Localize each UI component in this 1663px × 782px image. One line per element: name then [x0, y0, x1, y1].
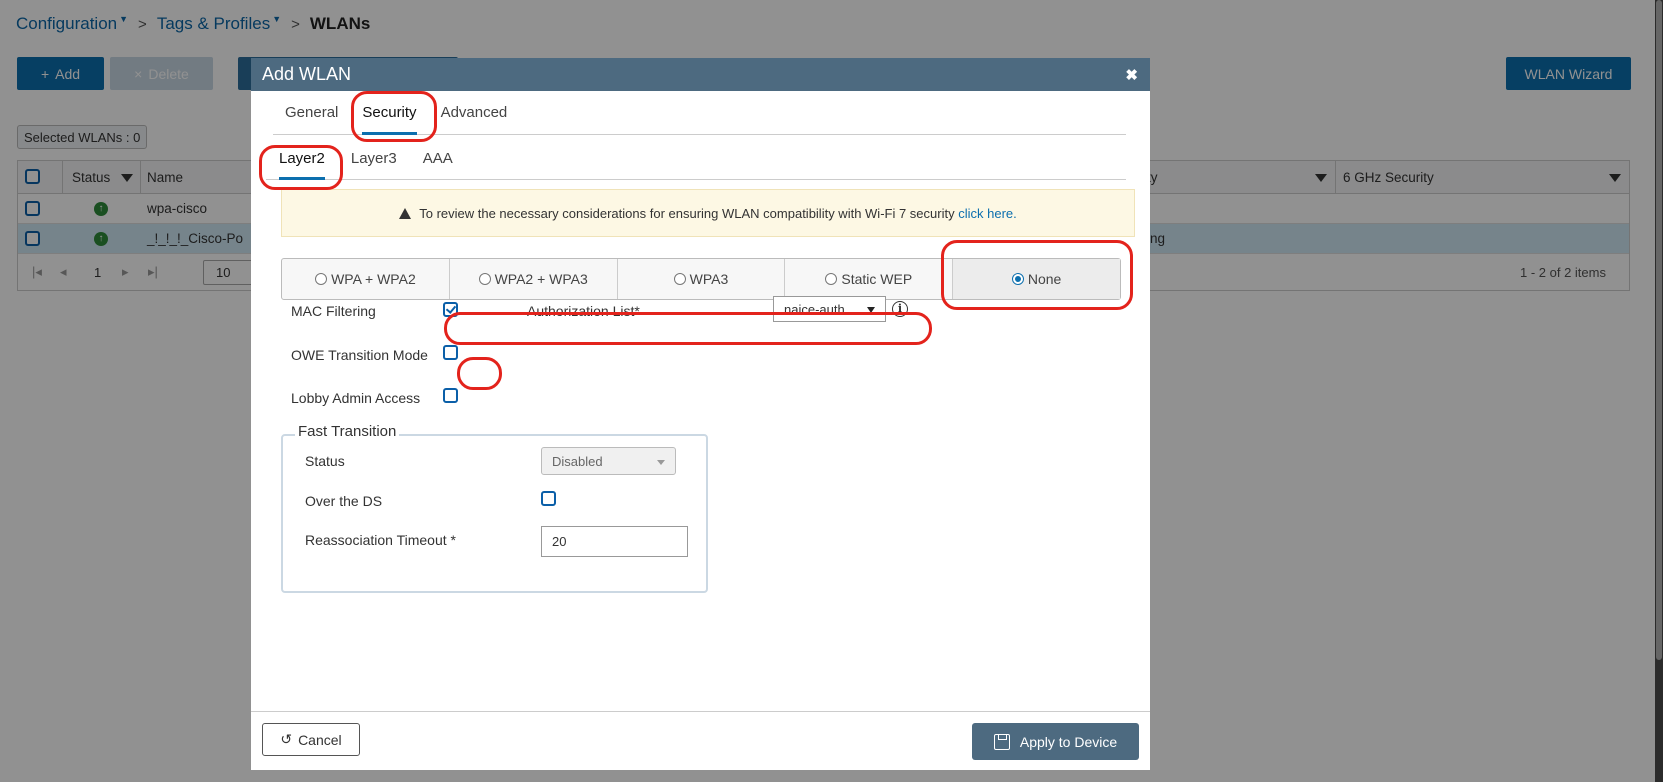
click-here-link[interactable]: click here. [958, 206, 1017, 221]
close-icon[interactable]: ✖ [1125, 66, 1138, 84]
notice-text: To review the necessary considerations f… [419, 205, 1017, 221]
dialog-header: Add WLAN ✖ [251, 58, 1150, 91]
option-wpa-wpa2[interactable]: WPA + WPA2 [282, 259, 450, 299]
reassociation-timeout-input[interactable] [541, 526, 688, 557]
authorization-list-select[interactable]: naice-auth... [773, 296, 886, 322]
authorization-list-label: Authorization List* [527, 303, 640, 319]
dialog-footer: ↺ Cancel Apply to Device [251, 711, 1150, 770]
apply-to-device-button[interactable]: Apply to Device [972, 723, 1139, 760]
wifi7-notice: To review the necessary considerations f… [281, 189, 1135, 237]
radio-icon[interactable] [825, 273, 838, 285]
radio-icon[interactable] [315, 273, 328, 285]
security-subtabs: Layer2 Layer3 AAA [266, 135, 1126, 180]
tab-advanced[interactable]: Advanced [429, 91, 520, 134]
tab-layer3[interactable]: Layer3 [338, 135, 410, 179]
over-ds-checkbox[interactable] [541, 491, 556, 506]
undo-icon: ↺ [280, 731, 293, 747]
over-ds-label: Over the DS [305, 493, 383, 509]
mac-filtering-checkbox[interactable] [443, 302, 458, 317]
reassociation-timeout-label: Reassociation Timeout * [305, 532, 456, 548]
chevron-down-icon [657, 460, 665, 465]
lobby-admin-checkbox[interactable] [443, 388, 458, 403]
tab-layer2[interactable]: Layer2 [266, 135, 338, 180]
info-icon[interactable]: i [892, 301, 908, 317]
owe-transition-label: OWE Transition Mode [291, 347, 428, 363]
option-none[interactable]: None [953, 259, 1120, 299]
ft-status-label: Status [305, 453, 345, 469]
ft-status-select[interactable]: Disabled [541, 447, 676, 475]
owe-transition-checkbox[interactable] [443, 345, 458, 360]
radio-selected-icon[interactable] [1011, 273, 1024, 285]
chevron-down-icon [867, 307, 875, 313]
warning-icon [399, 207, 412, 219]
option-wpa3[interactable]: WPA3 [618, 259, 786, 299]
lobby-admin-label: Lobby Admin Access [291, 390, 421, 406]
fast-transition-legend: Fast Transition [295, 423, 400, 440]
radio-icon[interactable] [673, 273, 686, 285]
page-scrollbar[interactable] [1655, 0, 1663, 782]
option-wpa2-wpa3[interactable]: WPA2 + WPA3 [450, 259, 618, 299]
save-icon [993, 733, 1010, 750]
tab-general[interactable]: General [273, 91, 350, 134]
security-mode-selector: WPA + WPA2 WPA2 + WPA3 WPA3 Static WEP N… [281, 258, 1121, 300]
add-wlan-dialog: Add WLAN ✖ General Security Advanced Lay… [251, 58, 1150, 770]
tab-aaa[interactable]: AAA [410, 135, 466, 179]
cancel-button[interactable]: ↺ Cancel [262, 723, 360, 756]
radio-icon[interactable] [478, 273, 491, 285]
dialog-title: Add WLAN [262, 64, 352, 84]
dialog-tabs: General Security Advanced [273, 91, 1126, 135]
tab-security[interactable]: Security [350, 91, 428, 135]
option-static-wep[interactable]: Static WEP [785, 259, 954, 299]
mac-filtering-label: MAC Filtering [291, 303, 376, 319]
